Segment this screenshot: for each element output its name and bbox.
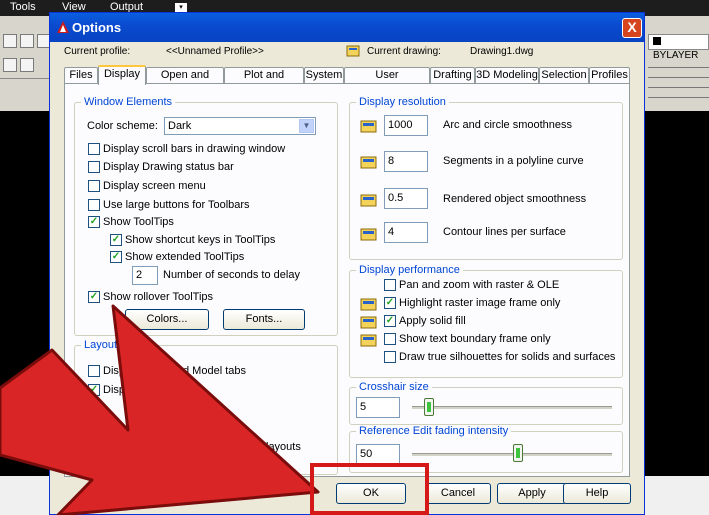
ok-highlight-box xyxy=(310,463,429,515)
tab-display[interactable]: Display xyxy=(98,65,146,85)
